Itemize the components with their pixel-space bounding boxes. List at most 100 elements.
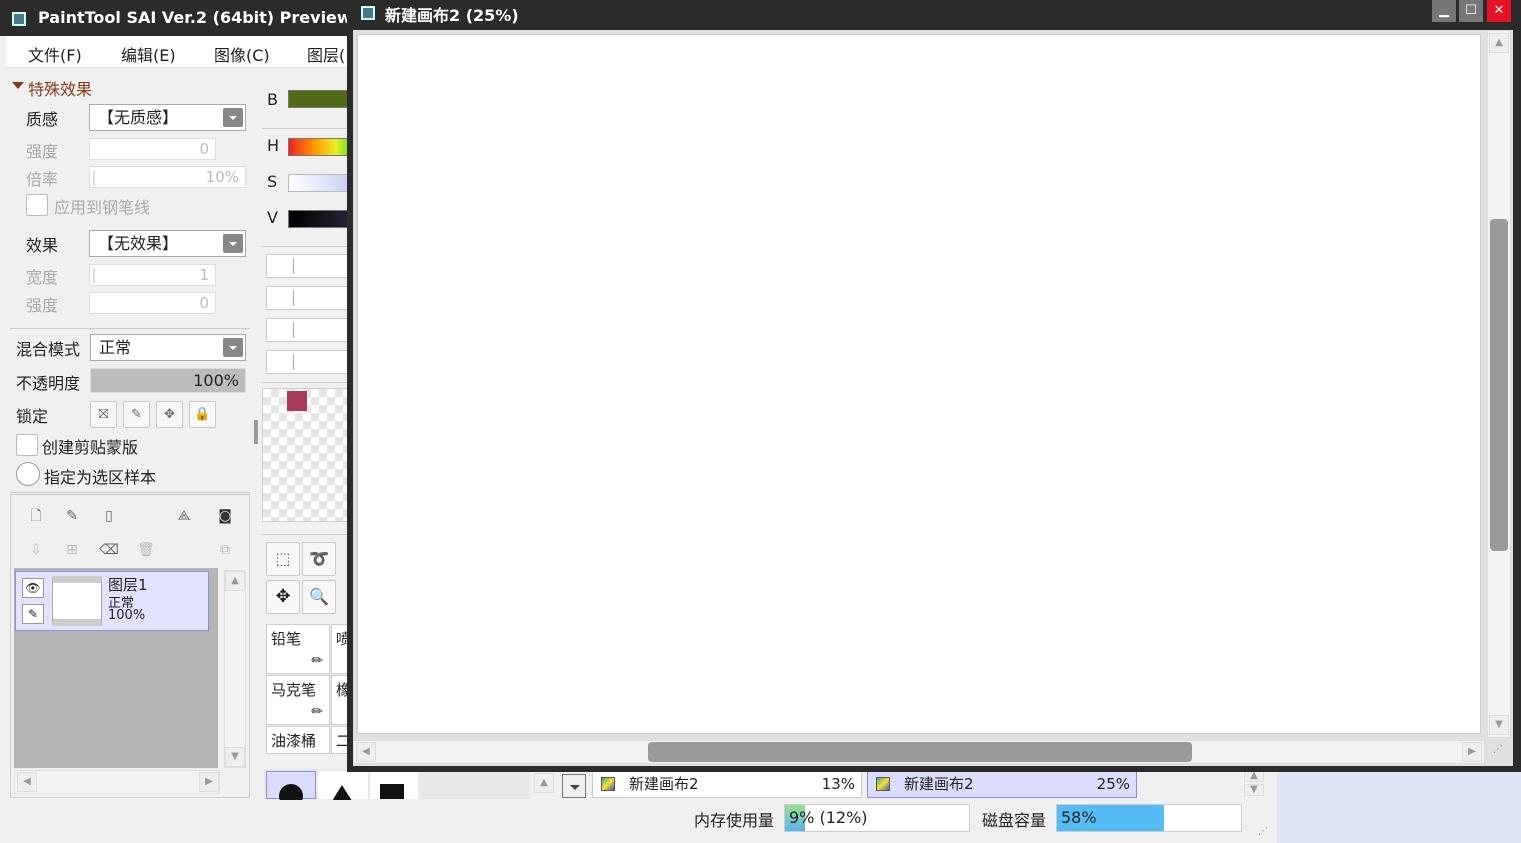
brush-size-slot[interactable] [266,286,348,310]
brush-shape-selected[interactable] [266,771,316,808]
layer-list-scrollbar[interactable]: ▲ ▼ [224,570,246,768]
scale-slider[interactable]: 10% [89,166,246,188]
layer-opacity: 100% [108,608,146,623]
menu-layer[interactable]: 图层( [307,42,345,66]
rect-select-icon[interactable]: ⬚ [266,542,300,576]
eye-icon[interactable]: 👁 [22,578,44,598]
scroll-right-icon[interactable]: ▶ [1462,742,1482,762]
menu-image[interactable]: 图像(C) [214,42,270,66]
s-slider[interactable] [288,174,348,192]
v-slider[interactable] [288,210,348,228]
mask-icon[interactable]: ◙ [215,506,235,526]
layer-list-hscrollbar[interactable]: ◀ ▶ [14,770,220,794]
scroll-left-icon[interactable]: ◀ [17,772,37,792]
clipping-mask-label: 创建剪贴蒙版 [42,438,139,457]
blend-mode-dropdown[interactable]: 正常 [90,334,246,361]
scroll-down-icon[interactable]: ▼ [1489,715,1509,735]
current-color-swatch[interactable] [287,391,307,411]
intensity-slider[interactable]: 0 [89,138,216,160]
square-brush-icon [380,784,404,799]
canvas-window: 新建画布2 (25%) ▁ ☐ ✕ ▲ ▼ ◀ ▶ ⋰ [347,0,1521,772]
menu-edit[interactable]: 编辑(E) [121,42,176,66]
b-slider[interactable] [288,90,348,108]
lock-transparency-icon[interactable]: ⛝ [90,401,117,428]
effect-dropdown[interactable]: 【无效果】 [89,230,246,257]
app-title: PaintTool SAI Ver.2 (64bit) Preview. [38,8,357,27]
hscroll-thumb[interactable] [648,742,1192,762]
lock-paint-icon[interactable]: ✎ [123,401,150,428]
lock-move-icon[interactable]: ✥ [156,401,183,428]
scale-label: 倍率 [26,170,59,189]
color-panel: B H S V ⬚ ➰ ✥ 🔍 铅笔 ✏ 喷 马克笔 ✏ 橡 油漆桶 二 [258,68,361,805]
app-icon [12,12,26,26]
new-pen-layer-icon[interactable]: ✎ [62,506,82,526]
move-icon[interactable]: ✥ [266,580,300,614]
tool-marker[interactable]: 马克笔 ✏ [266,675,330,725]
scroll-up-icon[interactable]: ▲ [534,773,554,793]
merge-down-icon[interactable]: ⇩ [26,540,46,560]
pencil-icon[interactable]: ✎ [22,604,44,624]
texture-value: 【无质感】 [98,108,179,127]
texture-dropdown[interactable]: 【无质感】 [89,104,246,131]
canvas-vscrollbar[interactable]: ▲ ▼ [1487,30,1511,738]
h-slider[interactable] [288,138,348,156]
canvas-hscrollbar[interactable]: ◀ ▶ [353,740,1485,764]
apply-pen-checkbox[interactable] [26,194,48,216]
canvas-tab-active[interactable]: 新建画布2 25% [867,770,1137,798]
chevron-down-icon [223,338,243,357]
scroll-down-icon[interactable]: ▼ [225,747,245,767]
canvas-viewport[interactable]: ▲ ▼ ◀ ▶ ⋰ [353,30,1513,766]
effect-value: 【无效果】 [98,234,179,253]
zoom-icon[interactable]: 🔍 [302,580,336,614]
tool-pencil[interactable]: 铅笔 ✏ [266,624,330,674]
resize-grip-icon[interactable]: ⋰ [1493,744,1503,755]
resize-grip-icon[interactable]: ⋰ [1258,826,1268,837]
new-folder-icon[interactable]: ▯ [99,506,119,526]
layer-properties-panel: 特殊效果 质感 【无质感】 强度 0 倍率 10% 应用到钢笔线 效果 【无效果… [6,68,258,805]
divider [10,328,250,329]
scroll-down-icon[interactable]: ▼ [1244,784,1264,796]
blend-mode-label: 混合模式 [16,340,81,359]
new-layer-icon[interactable]: 🗋 [26,506,46,526]
vscroll-thumb[interactable] [1490,219,1508,551]
add-icon[interactable]: ⊞ [62,540,82,560]
lock-all-icon[interactable]: 🔒 [189,401,216,428]
layer-effect-icon[interactable]: ⟁ [174,506,194,526]
layer-item[interactable]: 👁 ✎ 图层1 正常 100% [15,571,209,631]
duplicate-icon[interactable]: ⧉ [215,540,235,560]
maximize-icon[interactable]: ☐ [1459,0,1483,22]
canvas-tab[interactable]: 新建画布2 13% [592,770,862,798]
scroll-right-icon[interactable]: ▶ [199,772,219,792]
brush-size-slot[interactable] [266,318,348,342]
trash-icon[interactable]: 🗑 [136,540,156,560]
brush-shape-square[interactable] [370,771,418,799]
width-slider[interactable]: 1 [89,264,216,286]
opacity-slider[interactable]: 100% [90,368,246,393]
disk-meter: 58% [1056,804,1242,832]
opacity-label: 不透明度 [16,374,81,393]
layer-thumbnail [52,576,102,626]
scroll-up-icon[interactable]: ▲ [225,571,245,591]
divider [262,128,348,129]
scroll-up-icon[interactable]: ▲ [1489,33,1509,53]
effect-label: 效果 [26,236,59,255]
scroll-left-icon[interactable]: ◀ [356,742,376,762]
brush-shape-triangle[interactable] [318,771,368,801]
selection-sample-radio[interactable] [16,462,40,486]
tool-bucket[interactable]: 油漆桶 [266,726,330,754]
canvas-paper[interactable] [357,34,1481,734]
lock-label: 锁定 [16,407,49,426]
strength-slider[interactable]: 0 [89,292,216,314]
clear-layer-icon[interactable]: ⌫ [99,540,119,560]
clipping-mask-checkbox[interactable] [16,434,38,456]
lasso-icon[interactable]: ➰ [302,542,336,576]
brush-size-slot[interactable] [266,350,348,374]
brush-size-slot[interactable] [266,254,348,278]
collapse-triangle-icon[interactable] [12,82,24,89]
color-swatch-area[interactable] [262,388,348,522]
close-icon[interactable]: ✕ [1487,0,1511,22]
minimize-icon[interactable]: ▁ [1432,0,1456,22]
menu-file[interactable]: 文件(F) [28,42,82,66]
tab-menu-button[interactable] [562,774,586,798]
effects-section-title[interactable]: 特殊效果 [28,76,92,100]
